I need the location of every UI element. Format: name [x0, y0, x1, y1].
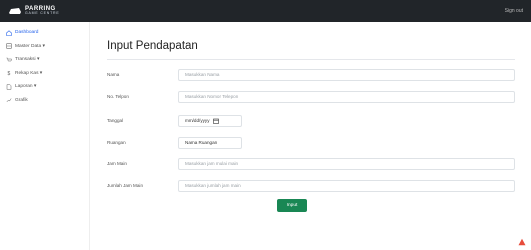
- home-icon: [6, 30, 12, 36]
- ruangan-label: Ruangan: [107, 140, 126, 145]
- form-row-ruangan: Ruangan Nama Ruangan: [107, 136, 515, 149]
- sidebar-item-label: Rekap Kas ▾: [15, 70, 43, 76]
- sidebar-item-label: Dashboard: [15, 30, 39, 36]
- jam-main-input[interactable]: Masukkan jam mulai main: [178, 157, 515, 170]
- form-row-jam-main: Jam Main Masukkan jam mulai main: [107, 157, 515, 170]
- sidebar-item-master-data[interactable]: Master Data ▾: [0, 40, 89, 54]
- chart-icon: [6, 98, 12, 103]
- sidebar: Dashboard Master Data ▾ Transaksi ▾ $ Re…: [0, 22, 90, 250]
- main-content: Input Pendapatan Nama Masukkan Nama No. …: [91, 22, 531, 250]
- nama-input[interactable]: Masukkan Nama: [178, 68, 515, 81]
- tanggal-value: mm/dd/yyyy: [185, 118, 210, 123]
- sidebar-item-label: Grafik: [15, 97, 28, 103]
- sidebar-item-transaksi[interactable]: Transaksi ▾: [0, 53, 89, 67]
- car-icon: [9, 8, 21, 14]
- brand-logo[interactable]: PARRING GAME CENTRE: [8, 6, 59, 16]
- ruangan-select[interactable]: Nama Ruangan: [178, 136, 242, 149]
- jumlah-jam-label: Jumlah Jam Main: [107, 183, 143, 188]
- warning-icon: [518, 238, 526, 246]
- top-navbar: PARRING GAME CENTRE Sign out: [0, 0, 531, 22]
- telpon-input[interactable]: Masukkan Nomor Telepon: [178, 90, 515, 103]
- sidebar-item-laporan[interactable]: Laporan ▾: [0, 80, 89, 94]
- jumlah-jam-input[interactable]: Masukkan jumlah jam main: [178, 179, 515, 192]
- form-row-tanggal: Tanggal mm/dd/yyyy: [107, 114, 515, 127]
- tanggal-label: Tanggal: [107, 118, 124, 123]
- form-row-jumlah-jam: Jumlah Jam Main Masukkan jumlah jam main: [107, 179, 515, 192]
- form-row-telpon: No. Telpon Masukkan Nomor Telepon: [107, 90, 515, 103]
- sidebar-item-rekap-kas[interactable]: $ Rekap Kas ▾: [0, 67, 89, 81]
- jam-main-label: Jam Main: [107, 161, 127, 166]
- cart-icon: [6, 57, 12, 61]
- brand-subtitle: GAME CENTRE: [25, 11, 60, 16]
- file-icon: [6, 84, 12, 90]
- sidebar-item-dashboard[interactable]: Dashboard: [0, 26, 89, 40]
- dollar-icon: $: [8, 71, 11, 76]
- sidebar-item-label: Transaksi ▾: [15, 57, 40, 63]
- form-row-nama: Nama Masukkan Nama: [107, 68, 515, 81]
- signout-link[interactable]: Sign out: [505, 8, 523, 14]
- title-divider: [107, 59, 515, 60]
- tanggal-input[interactable]: mm/dd/yyyy: [178, 114, 242, 127]
- sidebar-item-label: Master Data ▾: [15, 43, 45, 49]
- page-title: Input Pendapatan: [107, 40, 198, 52]
- svg-text:$: $: [8, 71, 11, 76]
- sidebar-item-grafik[interactable]: Grafik: [0, 94, 89, 108]
- nama-label: Nama: [107, 72, 120, 77]
- sidebar-item-label: Laporan ▾: [15, 84, 37, 90]
- input-submit-button[interactable]: Input: [277, 199, 307, 212]
- database-icon: [6, 43, 12, 49]
- telpon-label: No. Telpon: [107, 94, 129, 99]
- calendar-icon[interactable]: [212, 118, 219, 124]
